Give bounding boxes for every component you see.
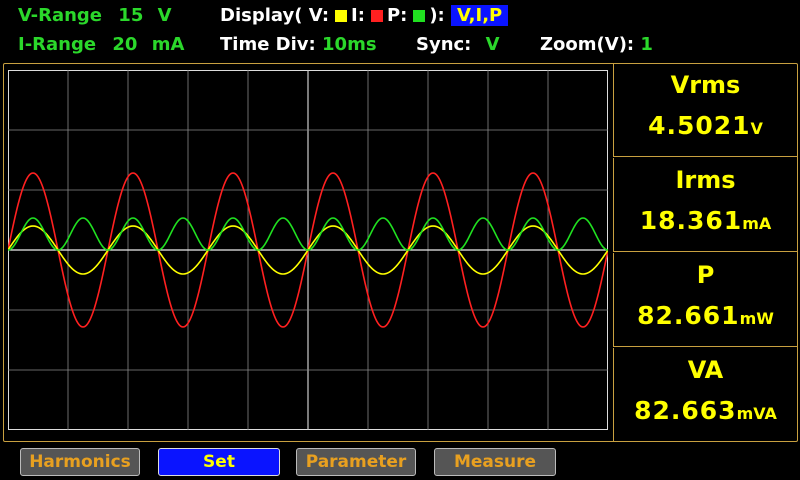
i-range-value: 20 bbox=[112, 34, 138, 55]
vrms-unit: V bbox=[750, 119, 763, 138]
vrms-cell: Vrms 4.5021V bbox=[613, 63, 797, 157]
irms-value: 18.361 bbox=[639, 206, 743, 235]
power-unit: mW bbox=[739, 309, 774, 328]
i-range-readout: I-Range 20 mA bbox=[18, 34, 184, 55]
irms-unit: mA bbox=[742, 214, 772, 233]
display-label: Display( V: bbox=[220, 5, 330, 26]
v-range-value: 15 bbox=[118, 5, 144, 26]
power-value: 82.661 bbox=[637, 301, 740, 330]
current-color-swatch bbox=[370, 10, 383, 22]
time-div-readout: Time Div: 10ms bbox=[220, 34, 377, 55]
measure-button[interactable]: Measure bbox=[434, 448, 556, 476]
v-range-label: V-Range bbox=[18, 5, 103, 26]
waveform-display bbox=[8, 70, 608, 430]
voltage-color-swatch bbox=[335, 10, 348, 22]
display-i-label: I: bbox=[351, 5, 365, 26]
parameter-button[interactable]: Parameter bbox=[296, 448, 416, 476]
vrms-value-line: 4.5021V bbox=[614, 111, 797, 140]
va-cell: VA 82.663mVA bbox=[613, 348, 797, 442]
display-value[interactable]: V,I,P bbox=[451, 5, 509, 26]
power-cell: P 82.661mW bbox=[613, 253, 797, 347]
irms-cell: Irms 18.361mA bbox=[613, 158, 797, 252]
power-color-swatch bbox=[413, 10, 426, 22]
vrms-label: Vrms bbox=[670, 71, 741, 99]
zoom-label: Zoom(V): bbox=[540, 34, 635, 55]
va-unit: mVA bbox=[736, 404, 777, 423]
sync-value: V bbox=[485, 34, 500, 55]
set-button[interactable]: Set bbox=[158, 448, 280, 476]
va-value: 82.663 bbox=[634, 396, 737, 425]
sync-label: Sync: bbox=[416, 34, 472, 55]
zoom-readout: Zoom(V): 1 bbox=[540, 34, 653, 55]
va-value-line: 82.663mVA bbox=[614, 396, 797, 425]
vrms-value: 4.5021 bbox=[648, 111, 751, 140]
v-range-unit: V bbox=[157, 5, 172, 26]
i-range-label: I-Range bbox=[18, 34, 97, 55]
harmonics-button[interactable]: Harmonics bbox=[20, 448, 140, 476]
power-label: P bbox=[696, 261, 715, 289]
display-p-label: P: bbox=[386, 5, 408, 26]
measurement-panel: Vrms 4.5021V Irms 18.361mA P 82.661mW VA… bbox=[613, 63, 797, 442]
i-range-unit: mA bbox=[151, 34, 185, 55]
display-selector[interactable]: Display( V: I: P:): V,I,P bbox=[220, 5, 509, 26]
power-value-line: 82.661mW bbox=[614, 301, 797, 330]
zoom-value: 1 bbox=[640, 34, 653, 55]
display-close: ): bbox=[429, 5, 445, 26]
irms-label: Irms bbox=[675, 166, 736, 194]
time-div-value: 10ms bbox=[322, 34, 377, 55]
time-div-label: Time Div: bbox=[220, 34, 316, 55]
va-label: VA bbox=[687, 356, 724, 384]
irms-value-line: 18.361mA bbox=[614, 206, 797, 235]
v-range-readout: V-Range 15 V bbox=[18, 5, 172, 26]
sync-readout: Sync: V bbox=[416, 34, 500, 55]
